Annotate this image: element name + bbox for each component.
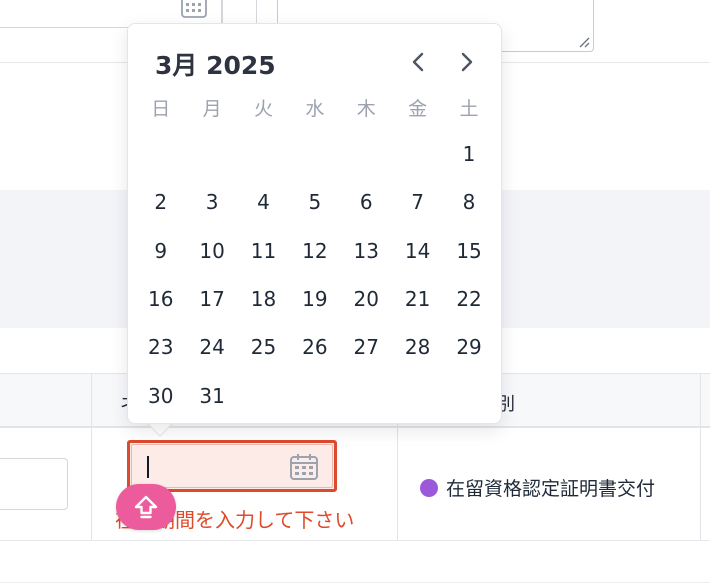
day-cell[interactable]: 28 [392, 323, 443, 371]
column-divider [91, 374, 92, 540]
day-cell[interactable]: 10 [186, 227, 237, 275]
day-cell[interactable]: 14 [392, 227, 443, 275]
column-divider [700, 374, 701, 540]
chevron-right-icon [461, 52, 473, 72]
calendar-icon[interactable] [289, 453, 319, 481]
day-cell[interactable]: 27 [341, 323, 392, 371]
weekday-label: 水 [305, 98, 325, 120]
day-cell[interactable]: 1 [443, 130, 494, 178]
day-cell-empty [289, 130, 340, 178]
status-indicator: 在留資格認定証明書交付 [420, 474, 655, 501]
day-cell[interactable]: 29 [443, 323, 494, 371]
day-cell-empty [135, 130, 186, 178]
previous-month-button[interactable] [406, 50, 430, 74]
weekday-label: 木 [356, 98, 376, 120]
day-cell[interactable]: 17 [186, 275, 237, 323]
day-cell[interactable]: 21 [392, 275, 443, 323]
weekday-label: 月 [202, 98, 222, 120]
calendar-icon[interactable] [181, 0, 207, 18]
chevron-left-icon [412, 52, 424, 72]
resize-handle-icon[interactable] [578, 36, 590, 48]
day-cell[interactable]: 5 [289, 178, 340, 226]
weekday-label: 火 [253, 98, 273, 120]
day-cell[interactable]: 24 [186, 323, 237, 371]
day-cell-empty [392, 130, 443, 178]
day-cell[interactable]: 18 [238, 275, 289, 323]
divider [0, 582, 710, 583]
day-cell[interactable]: 7 [392, 178, 443, 226]
day-cell[interactable]: 25 [238, 323, 289, 371]
day-cell[interactable]: 16 [135, 275, 186, 323]
arrow-up-icon [134, 495, 158, 519]
month-year-label: 3月 2025 [155, 51, 276, 80]
day-cell[interactable]: 23 [135, 323, 186, 371]
text-caret [147, 456, 149, 478]
day-cell[interactable]: 26 [289, 323, 340, 371]
day-grid: 1 2 3 4 5 6 7 8 9 10 11 12 13 14 15 16 17 18 19 20 21 22 23 24 2… [135, 130, 495, 420]
day-cell[interactable]: 2 [135, 178, 186, 226]
status-dot [420, 478, 438, 497]
day-cell[interactable]: 12 [289, 227, 340, 275]
date-picker-popup: 3月 2025 日 月 火 水 木 金 土 1 2 3 4 5 6 7 8 9 10 11 12 13 1… [127, 23, 502, 424]
weekday-header: 日 月 火 水 木 金 土 [135, 94, 495, 121]
day-cell[interactable]: 19 [289, 275, 340, 323]
weekday-label: 金 [408, 98, 428, 120]
day-cell[interactable]: 11 [238, 227, 289, 275]
divider [0, 540, 710, 541]
day-cell[interactable]: 15 [443, 227, 494, 275]
day-cell[interactable]: 3 [186, 178, 237, 226]
day-cell[interactable]: 8 [443, 178, 494, 226]
weekday-label: 日 [151, 98, 171, 120]
day-cell[interactable]: 30 [135, 371, 186, 419]
day-cell-empty [238, 130, 289, 178]
text-input[interactable] [0, 458, 68, 510]
day-cell[interactable]: 4 [238, 178, 289, 226]
day-cell[interactable]: 6 [341, 178, 392, 226]
day-cell[interactable]: 13 [341, 227, 392, 275]
day-cell[interactable]: 20 [341, 275, 392, 323]
day-cell[interactable]: 22 [443, 275, 494, 323]
day-cell-empty [186, 130, 237, 178]
status-label: 在留資格認定証明書交付 [446, 478, 656, 500]
day-cell-empty [341, 130, 392, 178]
day-cell[interactable]: 31 [186, 371, 237, 419]
weekday-label: 土 [459, 98, 479, 120]
next-month-button[interactable] [455, 50, 479, 74]
day-cell[interactable]: 9 [135, 227, 186, 275]
scroll-top-button[interactable] [116, 484, 176, 530]
